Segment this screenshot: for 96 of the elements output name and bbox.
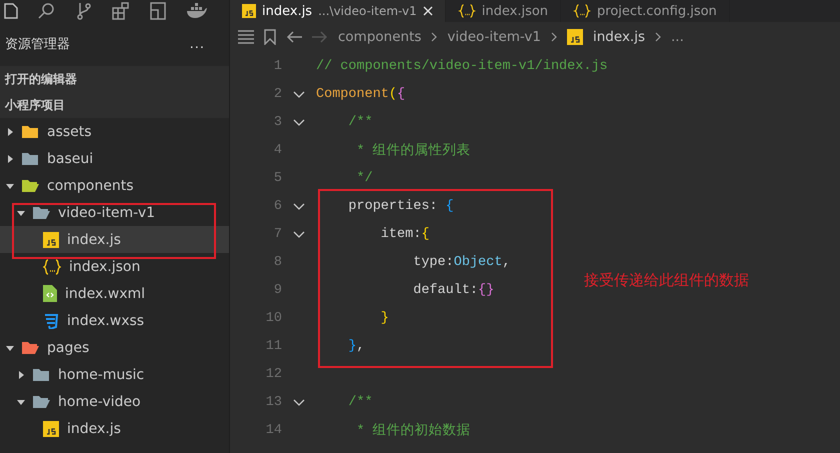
folder-icon <box>21 124 39 139</box>
code-line: properties: { <box>347 198 454 214</box>
line-number: 14 <box>264 422 282 438</box>
whale-icon[interactable] <box>186 3 208 19</box>
more-button[interactable]: ... <box>190 36 205 52</box>
css-file-icon <box>43 312 59 328</box>
editor-tab[interactable]: index.js ...\video-item-v1 <box>230 0 446 22</box>
collapsed-caret-icon[interactable] <box>6 128 14 136</box>
code-line: /** <box>347 394 373 410</box>
tree-item[interactable]: index.js <box>0 415 229 442</box>
code-line: Component({ <box>316 86 406 102</box>
tree-item[interactable]: home-video <box>0 388 229 415</box>
code-line: }, <box>347 338 365 354</box>
annotation-text: 接受传递给此组件的数据 <box>584 271 749 290</box>
tree-item[interactable]: components <box>0 172 229 199</box>
fold-chevron-icon[interactable] <box>293 90 305 98</box>
line-number: 7 <box>272 226 282 242</box>
code-line: } <box>380 310 389 326</box>
code-line: default:{} <box>412 282 494 298</box>
fold-chevron-icon[interactable] <box>293 398 305 406</box>
folder-icon <box>21 178 39 193</box>
tab-label: index.json <box>482 4 548 18</box>
line-number: 4 <box>272 142 282 158</box>
line-number: 2 <box>272 86 282 102</box>
tab-label: project.config.json <box>597 4 717 18</box>
json-file-icon <box>458 4 476 18</box>
code-line: item:{ <box>380 226 430 242</box>
line-number: 12 <box>264 366 282 382</box>
folder-icon <box>21 151 39 166</box>
line-number: 10 <box>264 310 282 326</box>
section-header[interactable]: 打开的编辑器 <box>0 66 229 92</box>
js-file-icon <box>242 4 256 18</box>
fold-chevron-icon[interactable] <box>293 230 305 238</box>
search-icon[interactable] <box>38 2 56 20</box>
json-file-icon <box>43 258 61 274</box>
chevron-right-icon <box>655 32 662 42</box>
code-line: // components/video-item-v1/index.js <box>316 58 608 74</box>
explorer-title: 资源管理器 <box>5 36 70 53</box>
editor-tab[interactable]: index.json <box>446 0 562 22</box>
breadcrumb-item[interactable]: components <box>338 29 422 45</box>
bookmark-icon[interactable] <box>264 29 276 45</box>
json-file-icon <box>573 4 592 18</box>
code-line: /** <box>347 114 373 130</box>
tree-item[interactable]: pages <box>0 334 229 361</box>
line-number: 5 <box>272 170 282 186</box>
tree-item[interactable]: video-item-v1 <box>0 199 229 226</box>
editor-tab[interactable]: project.config.json <box>561 0 730 22</box>
chevron-right-icon <box>551 32 557 42</box>
folder-icon <box>32 367 50 382</box>
expanded-caret-icon[interactable] <box>17 398 25 406</box>
tree-item[interactable]: index.wxss <box>0 307 229 334</box>
tree-item[interactable]: index.wxml <box>0 280 229 307</box>
tab-path: ...\video-item-v1 <box>318 4 417 18</box>
code-line: * 组件的初始数据 <box>356 422 471 439</box>
expanded-caret-icon[interactable] <box>17 208 25 216</box>
line-number: 11 <box>264 338 282 354</box>
code-line: * 组件的属性列表 <box>356 142 471 159</box>
tab-label: index.js <box>262 4 312 18</box>
collapsed-caret-icon[interactable] <box>6 154 14 162</box>
tree-item[interactable]: baseui <box>0 145 229 172</box>
tree-item[interactable]: home-music <box>0 361 229 388</box>
line-number: 6 <box>272 198 282 214</box>
folder-icon <box>21 340 39 355</box>
floppy-icon[interactable] <box>150 2 166 20</box>
tree-item[interactable]: index.json <box>0 253 229 280</box>
chevron-right-icon <box>431 32 438 42</box>
files-icon[interactable] <box>4 3 18 19</box>
line-number: 8 <box>272 254 282 270</box>
tree-item[interactable]: assets <box>0 118 229 145</box>
js-file-icon <box>43 232 59 248</box>
collapsed-caret-icon[interactable] <box>17 370 25 378</box>
line-number: 9 <box>272 282 282 298</box>
js-file-icon <box>43 420 59 436</box>
js-file-icon <box>567 29 583 45</box>
source-control-icon[interactable] <box>76 2 92 20</box>
fold-chevron-icon[interactable] <box>293 202 305 210</box>
code-file-icon <box>43 285 57 302</box>
expanded-caret-icon[interactable] <box>6 182 14 190</box>
tree-item[interactable]: index.js <box>0 226 229 253</box>
folder-icon <box>32 205 50 220</box>
code-line: type:Object, <box>412 254 510 270</box>
expanded-caret-icon[interactable] <box>6 344 14 352</box>
breadcrumb-item[interactable]: video-item-v1 <box>447 29 541 45</box>
extensions-icon[interactable] <box>112 2 130 20</box>
folder-icon <box>32 394 50 409</box>
fold-chevron-icon[interactable] <box>293 118 305 126</box>
code-line: */ <box>356 170 373 186</box>
line-number: 3 <box>272 114 282 130</box>
breadcrumb-item[interactable]: index.js <box>593 29 646 45</box>
breadcrumb-item[interactable]: ... <box>671 29 684 45</box>
line-number: 1 <box>272 58 282 74</box>
list-icon[interactable] <box>238 30 254 44</box>
line-number: 13 <box>264 394 282 410</box>
section-header[interactable]: 小程序项目 <box>0 92 229 118</box>
close-icon[interactable] <box>422 6 433 16</box>
back-arrow-icon[interactable] <box>286 31 302 43</box>
